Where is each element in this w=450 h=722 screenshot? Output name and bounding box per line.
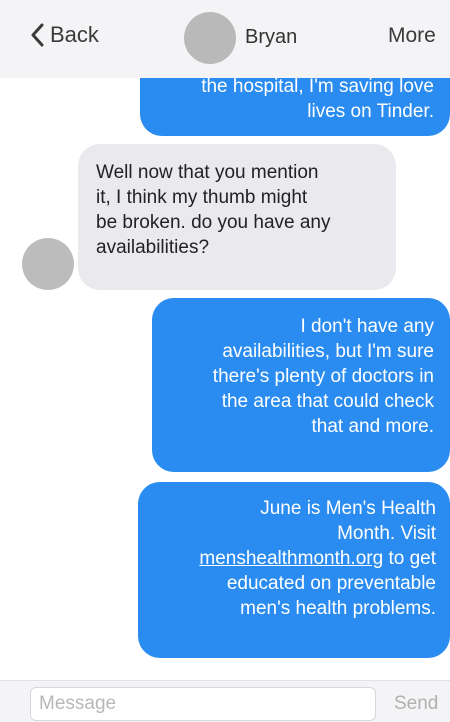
chevron-left-icon xyxy=(31,23,44,47)
message-line: lives on Tinder. xyxy=(307,101,434,122)
message-line: availabilities? xyxy=(96,237,210,258)
message-line: there's plenty of doctors in xyxy=(212,366,434,387)
contact-name: Bryan xyxy=(245,26,298,48)
message-line: availabilities, but I'm sure xyxy=(222,341,434,362)
back-label: Back xyxy=(50,22,99,47)
message-bubble-incoming: Well now that you mention it, I think my… xyxy=(78,144,396,290)
message-line: that and more. xyxy=(311,416,434,437)
message-line: be broken. do you have any xyxy=(96,212,331,233)
message-line: the area that could check xyxy=(221,391,434,412)
send-button[interactable]: Send xyxy=(394,693,438,715)
message-line: Month. Visit xyxy=(337,523,436,544)
header-avatar[interactable] xyxy=(184,12,236,64)
more-button[interactable]: More xyxy=(388,24,436,48)
message-line: it, I think my thumb might xyxy=(96,187,308,208)
contact-avatar[interactable] xyxy=(22,238,74,290)
message-line: June is Men's Health xyxy=(260,498,436,519)
message-line: Well now that you mention xyxy=(96,162,319,183)
message-composer: Send xyxy=(0,680,450,722)
back-button[interactable]: Back xyxy=(30,22,99,48)
message-line-with-link: menshealthmonth.org to get xyxy=(138,546,436,571)
menshealthmonth-link[interactable]: menshealthmonth.org xyxy=(199,548,383,569)
message-bubble-outgoing: I don't have any availabilities, but I'm… xyxy=(152,298,450,472)
message-line: educated on preventable xyxy=(226,573,436,594)
navigation-bar: Back Bryan More xyxy=(0,0,450,78)
message-input[interactable] xyxy=(30,687,376,721)
chat-screen: the hospital, I'm saving love lives on T… xyxy=(0,0,450,722)
message-line: I don't have any xyxy=(300,316,434,337)
message-bubble-outgoing: June is Men's Health Month. Visit menshe… xyxy=(138,482,450,658)
message-line: men's health problems. xyxy=(240,598,436,619)
message-text: to get xyxy=(383,548,436,569)
